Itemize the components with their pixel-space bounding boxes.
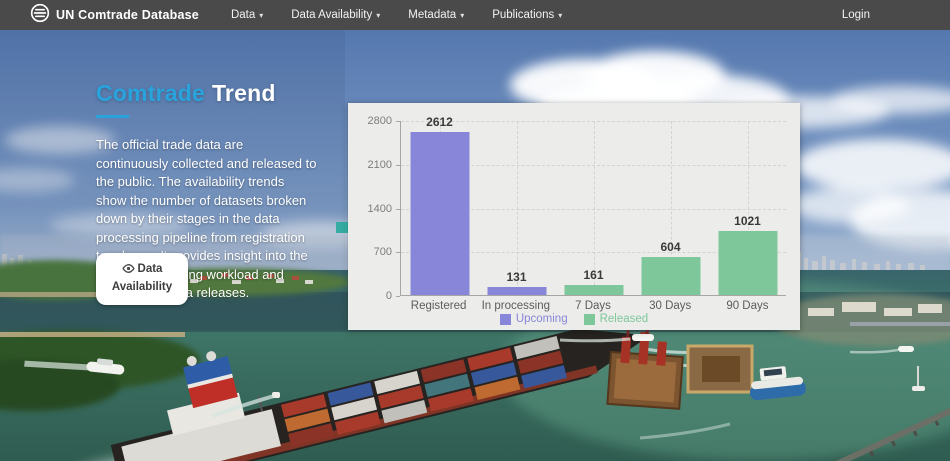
chevron-down-icon: ▾ xyxy=(376,11,380,20)
x-axis-label: 7 Days xyxy=(554,300,631,312)
x-axis-label: 30 Days xyxy=(632,300,709,312)
page: UN Comtrade Database Data ▾ Data Availab… xyxy=(0,0,950,461)
bar-30-days[interactable] xyxy=(641,257,700,295)
y-axis-tick-mark xyxy=(396,165,400,166)
bar-7-days[interactable] xyxy=(564,285,623,295)
nav-item-label: Data xyxy=(231,9,255,21)
brand-title: UN Comtrade Database xyxy=(56,8,199,22)
un-comtrade-logo-icon xyxy=(30,3,50,28)
y-axis-tick-mark xyxy=(396,121,400,122)
chevron-down-icon: ▾ xyxy=(460,11,464,20)
brand-logo-link[interactable]: UN Comtrade Database xyxy=(30,3,199,28)
bar-90-days[interactable] xyxy=(718,231,777,295)
bar-value-label: 131 xyxy=(478,270,555,284)
legend-item-released[interactable]: Released xyxy=(584,313,649,325)
nav-item-metadata[interactable]: Metadata ▾ xyxy=(394,0,478,30)
bar-cell: 131 xyxy=(478,121,555,295)
page-title-rest: Trend xyxy=(212,80,276,106)
y-axis-tick-label: 1400 xyxy=(348,203,392,215)
x-axis-label: In processing xyxy=(477,300,554,312)
availability-trend-chart: 26121311616041021 RegisteredIn processin… xyxy=(348,103,800,330)
data-availability-button[interactable]: Data Availability xyxy=(96,253,188,305)
bar-cell: 1021 xyxy=(709,121,786,295)
nav-item-data-availability[interactable]: Data Availability ▾ xyxy=(277,0,394,30)
y-axis-tick-label: 2800 xyxy=(348,115,392,127)
chevron-down-icon: ▾ xyxy=(558,11,562,20)
legend-item-upcoming[interactable]: Upcoming xyxy=(500,313,568,325)
legend-label: Upcoming xyxy=(516,313,568,325)
bar-cell: 604 xyxy=(632,121,709,295)
main-nav: Data ▾ Data Availability ▾ Metadata ▾ Pu… xyxy=(217,0,576,30)
x-axis-labels: RegisteredIn processing7 Days30 Days90 D… xyxy=(400,300,786,312)
x-axis-label: Registered xyxy=(400,300,477,312)
eye-icon xyxy=(122,264,135,273)
bars-row: 26121311616041021 xyxy=(401,121,786,295)
title-underline xyxy=(96,115,129,118)
y-axis-tick-label: 700 xyxy=(348,246,392,258)
bar-value-label: 2612 xyxy=(401,115,478,129)
y-axis-tick-label: 2100 xyxy=(348,159,392,171)
legend-swatch xyxy=(500,314,511,325)
bar-registered[interactable] xyxy=(410,132,469,295)
login-link[interactable]: Login xyxy=(842,9,870,21)
y-axis-tick-label: 0 xyxy=(348,290,392,302)
y-axis-tick-mark xyxy=(396,252,400,253)
bar-cell: 2612 xyxy=(401,121,478,295)
nav-item-publications[interactable]: Publications ▾ xyxy=(478,0,576,30)
page-title-accent: Comtrade xyxy=(96,80,205,106)
nav-item-label: Metadata xyxy=(408,9,456,21)
top-navbar: UN Comtrade Database Data ▾ Data Availab… xyxy=(0,0,950,30)
legend-swatch xyxy=(584,314,595,325)
nav-item-label: Data Availability xyxy=(291,9,372,21)
chart-legend: Upcoming Released xyxy=(348,313,800,325)
bar-value-label: 161 xyxy=(555,268,632,282)
x-axis-label: 90 Days xyxy=(709,300,786,312)
bar-value-label: 604 xyxy=(632,240,709,254)
y-axis-tick-mark xyxy=(396,209,400,210)
page-title: Comtrade Trend xyxy=(96,80,328,107)
y-axis-tick-mark xyxy=(396,296,400,297)
plot-area: 26121311616041021 xyxy=(400,121,786,296)
bar-cell: 161 xyxy=(555,121,632,295)
chevron-down-icon: ▾ xyxy=(259,11,263,20)
nav-item-label: Publications xyxy=(492,9,554,21)
bar-value-label: 1021 xyxy=(709,214,786,228)
legend-label: Released xyxy=(600,313,649,325)
nav-item-data[interactable]: Data ▾ xyxy=(217,0,277,30)
bar-in-processing[interactable] xyxy=(487,287,546,295)
